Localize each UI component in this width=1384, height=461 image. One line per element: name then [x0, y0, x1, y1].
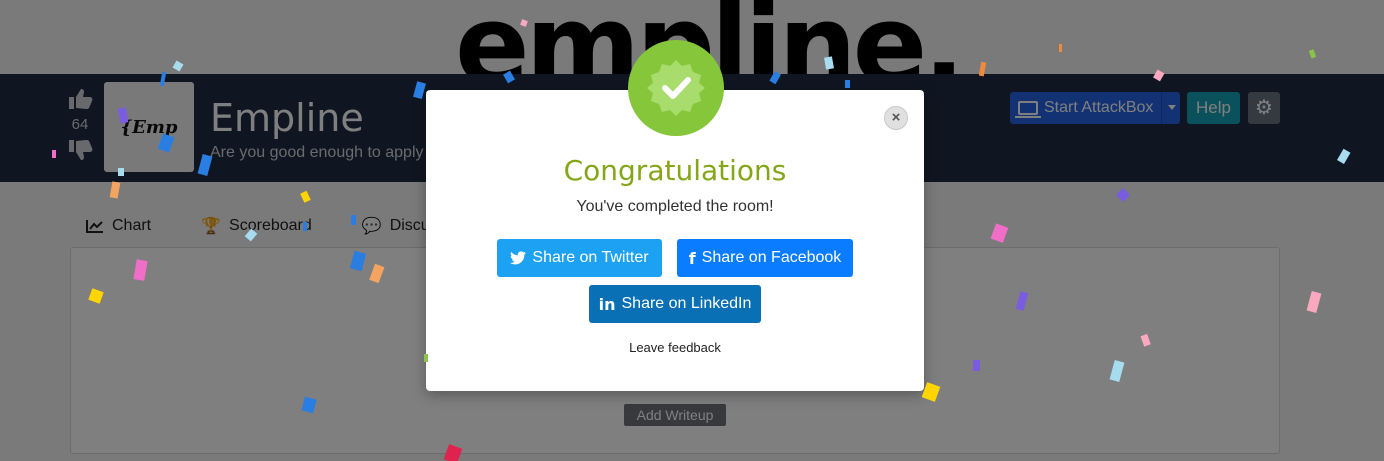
checkmark-badge-icon	[628, 40, 724, 136]
facebook-icon: f	[688, 248, 696, 268]
share-linkedin-label: Share on LinkedIn	[621, 295, 752, 312]
share-linkedin-button[interactable]: in Share on LinkedIn	[589, 285, 761, 323]
modal-title: Congratulations	[563, 154, 787, 187]
share-facebook-button[interactable]: f Share on Facebook	[677, 239, 853, 277]
close-button[interactable]: ×	[884, 106, 908, 130]
linkedin-icon: in	[598, 294, 616, 314]
share-twitter-label: Share on Twitter	[532, 249, 649, 266]
badge-seal-icon	[647, 60, 705, 116]
leave-feedback-link[interactable]: Leave feedback	[426, 340, 924, 355]
twitter-icon	[510, 251, 527, 265]
share-facebook-label: Share on Facebook	[701, 249, 842, 266]
modal-message: You've completed the room!	[576, 198, 774, 215]
share-twitter-button[interactable]: Share on Twitter	[497, 239, 662, 277]
